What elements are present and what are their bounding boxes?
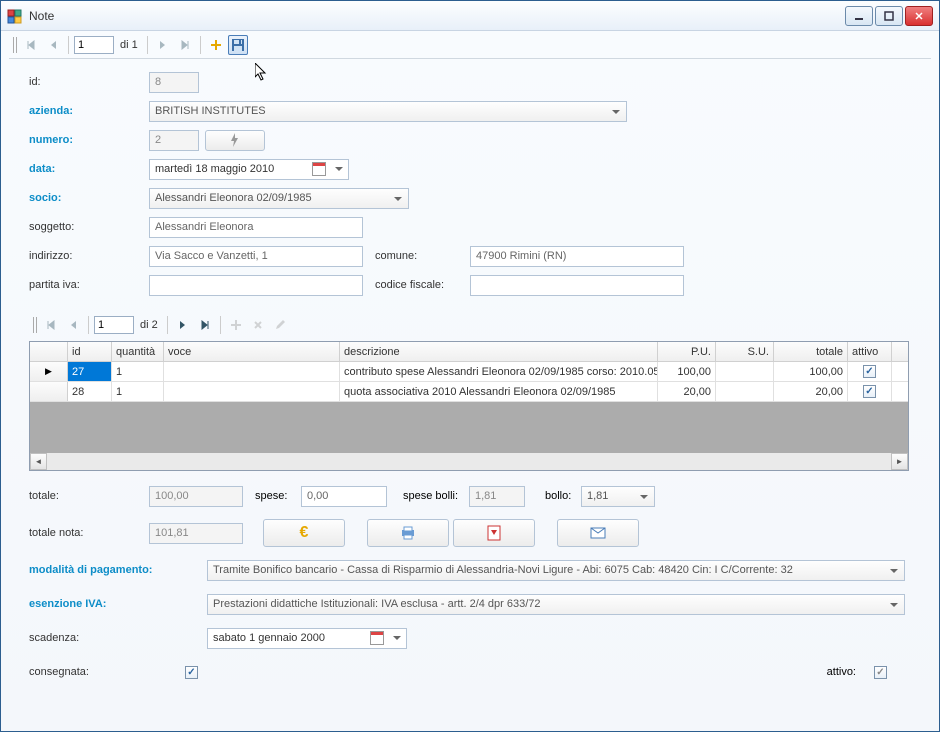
data-label: data: (29, 163, 149, 175)
piva-label: partita iva: (29, 279, 149, 291)
nav-next-button[interactable] (153, 35, 173, 55)
nav-position-input[interactable] (74, 36, 114, 54)
generate-button[interactable] (205, 130, 265, 151)
scroll-left-button[interactable]: ◄ (30, 453, 47, 470)
consegnata-checkbox[interactable] (185, 666, 198, 679)
totale-field (149, 486, 243, 507)
window: Note di 1 id: (0, 0, 940, 732)
row-attivo-checkbox[interactable] (863, 365, 876, 378)
grid-header: id quantità voce descrizione P.U. S.U. t… (30, 342, 908, 362)
line-nav-prev-button[interactable] (63, 315, 83, 335)
esenzione-combo[interactable]: Prestazioni didattiche Istituzionali: IV… (207, 594, 905, 615)
esenzione-label: esenzione IVA: (29, 598, 207, 610)
line-navigator: di 2 (29, 311, 909, 339)
totale-nota-label: totale nota: (29, 527, 149, 539)
piva-field[interactable] (149, 275, 363, 296)
col-id[interactable]: id (68, 342, 112, 361)
bollo-label: bollo: (545, 490, 581, 502)
calendar-icon (312, 162, 326, 176)
modalita-combo[interactable]: Tramite Bonifico bancario - Cassa di Ris… (207, 560, 905, 581)
comune-label: comune: (375, 250, 470, 262)
indirizzo-field[interactable] (149, 246, 363, 267)
id-field (149, 72, 199, 93)
titlebar[interactable]: Note (1, 1, 939, 31)
scroll-right-button[interactable]: ► (891, 453, 908, 470)
line-edit-button[interactable] (270, 315, 290, 335)
bollo-combo[interactable]: 1,81 (581, 486, 655, 507)
col-attivo[interactable]: attivo (848, 342, 892, 361)
app-icon (7, 8, 23, 24)
lines-grid[interactable]: id quantità voce descrizione P.U. S.U. t… (29, 341, 909, 471)
cf-label: codice fiscale: (375, 279, 470, 291)
col-descrizione[interactable]: descrizione (340, 342, 658, 361)
record-navigator: di 1 (9, 31, 931, 59)
modalita-label: modalità di pagamento: (29, 564, 207, 576)
row-attivo-checkbox[interactable] (863, 385, 876, 398)
nav-count-text: di 1 (116, 39, 142, 51)
comune-field[interactable] (470, 246, 684, 267)
indirizzo-label: indirizzo: (29, 250, 149, 262)
print-button[interactable] (367, 519, 449, 547)
spese-bolli-label: spese bolli: (403, 490, 469, 502)
nav-add-button[interactable] (206, 35, 226, 55)
toolbar-grip (33, 317, 39, 333)
line-nav-position-input[interactable] (94, 316, 134, 334)
line-nav-count-text: di 2 (136, 319, 162, 331)
id-label: id: (29, 76, 149, 88)
totale-nota-field (149, 523, 243, 544)
col-voce[interactable]: voce (164, 342, 340, 361)
nav-prev-button[interactable] (43, 35, 63, 55)
close-button[interactable] (905, 6, 933, 26)
nav-save-button[interactable] (228, 35, 248, 55)
spese-label: spese: (255, 490, 301, 502)
email-button[interactable] (557, 519, 639, 547)
azienda-label: azienda: (29, 105, 149, 117)
attivo-checkbox (874, 666, 887, 679)
azienda-combo[interactable]: BRITISH INSTITUTES (149, 101, 627, 122)
table-row[interactable]: ▶ 27 1 contributo spese Alessandri Eleon… (30, 362, 908, 382)
line-nav-first-button[interactable] (41, 315, 61, 335)
data-datepicker[interactable]: martedì 18 maggio 2010 (149, 159, 349, 180)
attivo-label: attivo: (827, 666, 856, 678)
line-add-button[interactable] (226, 315, 246, 335)
table-row[interactable]: 28 1 quota associativa 2010 Alessandri E… (30, 382, 908, 402)
window-title: Note (29, 9, 54, 23)
calendar-icon (370, 631, 384, 645)
toolbar-grip (13, 37, 19, 53)
socio-label: socio: (29, 192, 149, 204)
spese-bolli-field (469, 486, 525, 507)
pdf-button[interactable] (453, 519, 535, 547)
totale-label: totale: (29, 490, 149, 502)
scadenza-label: scadenza: (29, 632, 207, 644)
numero-field (149, 130, 199, 151)
line-nav-next-button[interactable] (173, 315, 193, 335)
col-pu[interactable]: P.U. (658, 342, 716, 361)
col-quantita[interactable]: quantità (112, 342, 164, 361)
scadenza-datepicker[interactable]: sabato 1 gennaio 2000 (207, 628, 407, 649)
col-su[interactable]: S.U. (716, 342, 774, 361)
euro-button[interactable]: € (263, 519, 345, 547)
cf-field[interactable] (470, 275, 684, 296)
line-delete-button[interactable] (248, 315, 268, 335)
row-indicator: ▶ (30, 362, 68, 381)
nav-first-button[interactable] (21, 35, 41, 55)
maximize-button[interactable] (875, 6, 903, 26)
grid-scrollbar[interactable]: ◄ ► (30, 453, 908, 470)
line-nav-last-button[interactable] (195, 315, 215, 335)
numero-label: numero: (29, 134, 149, 146)
consegnata-label: consegnata: (29, 666, 185, 678)
soggetto-label: soggetto: (29, 221, 149, 233)
spese-field[interactable] (301, 486, 387, 507)
nav-last-button[interactable] (175, 35, 195, 55)
socio-combo[interactable]: Alessandri Eleonora 02/09/1985 (149, 188, 409, 209)
soggetto-field[interactable] (149, 217, 363, 238)
col-totale[interactable]: totale (774, 342, 848, 361)
minimize-button[interactable] (845, 6, 873, 26)
